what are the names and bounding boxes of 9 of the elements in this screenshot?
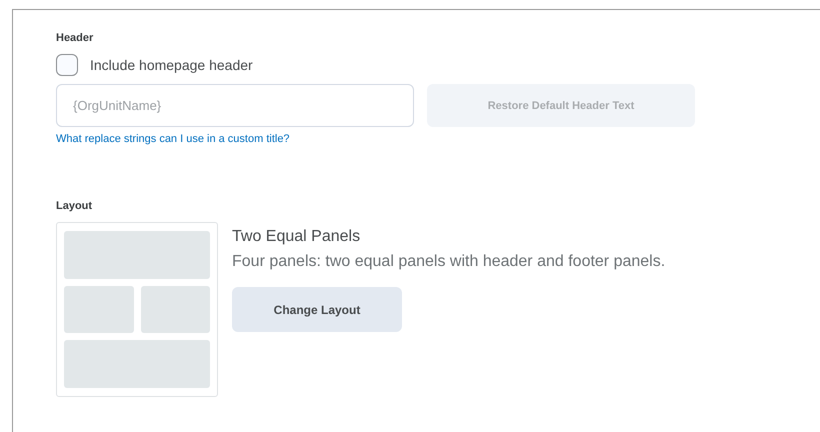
section-heading: Layout	[56, 200, 94, 212]
section-heading: Header	[56, 32, 94, 44]
checkbox[interactable]	[56, 54, 78, 76]
checkbox-label: Include homepage header	[90, 57, 253, 73]
help-link[interactable]: What replace strings can I use in a custom title?	[56, 133, 290, 145]
change-layout-button[interactable]: Change Layout	[232, 287, 402, 332]
layout-name: Two Equal Panels	[232, 228, 362, 246]
input-field[interactable]: {OrgUnitName}	[56, 84, 414, 127]
layout-description: Four panels: two equal panels with header and footer panels.	[232, 253, 666, 271]
